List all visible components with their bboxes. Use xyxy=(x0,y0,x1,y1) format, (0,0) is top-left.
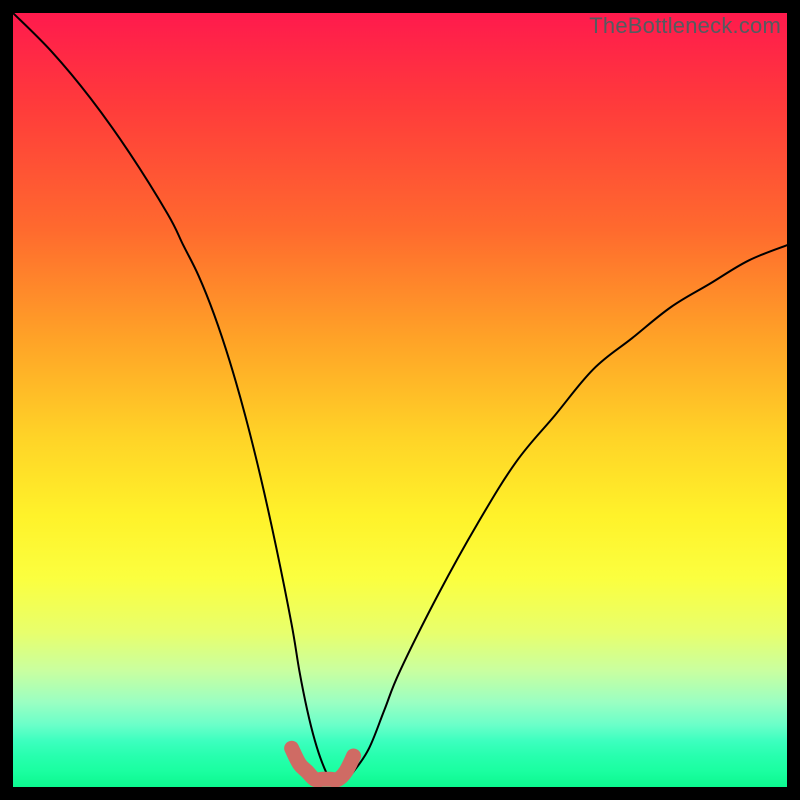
bottleneck-curve xyxy=(13,13,787,780)
chart-svg xyxy=(13,13,787,787)
plot-area: TheBottleneck.com xyxy=(13,13,787,787)
chart-frame: TheBottleneck.com xyxy=(0,0,800,800)
